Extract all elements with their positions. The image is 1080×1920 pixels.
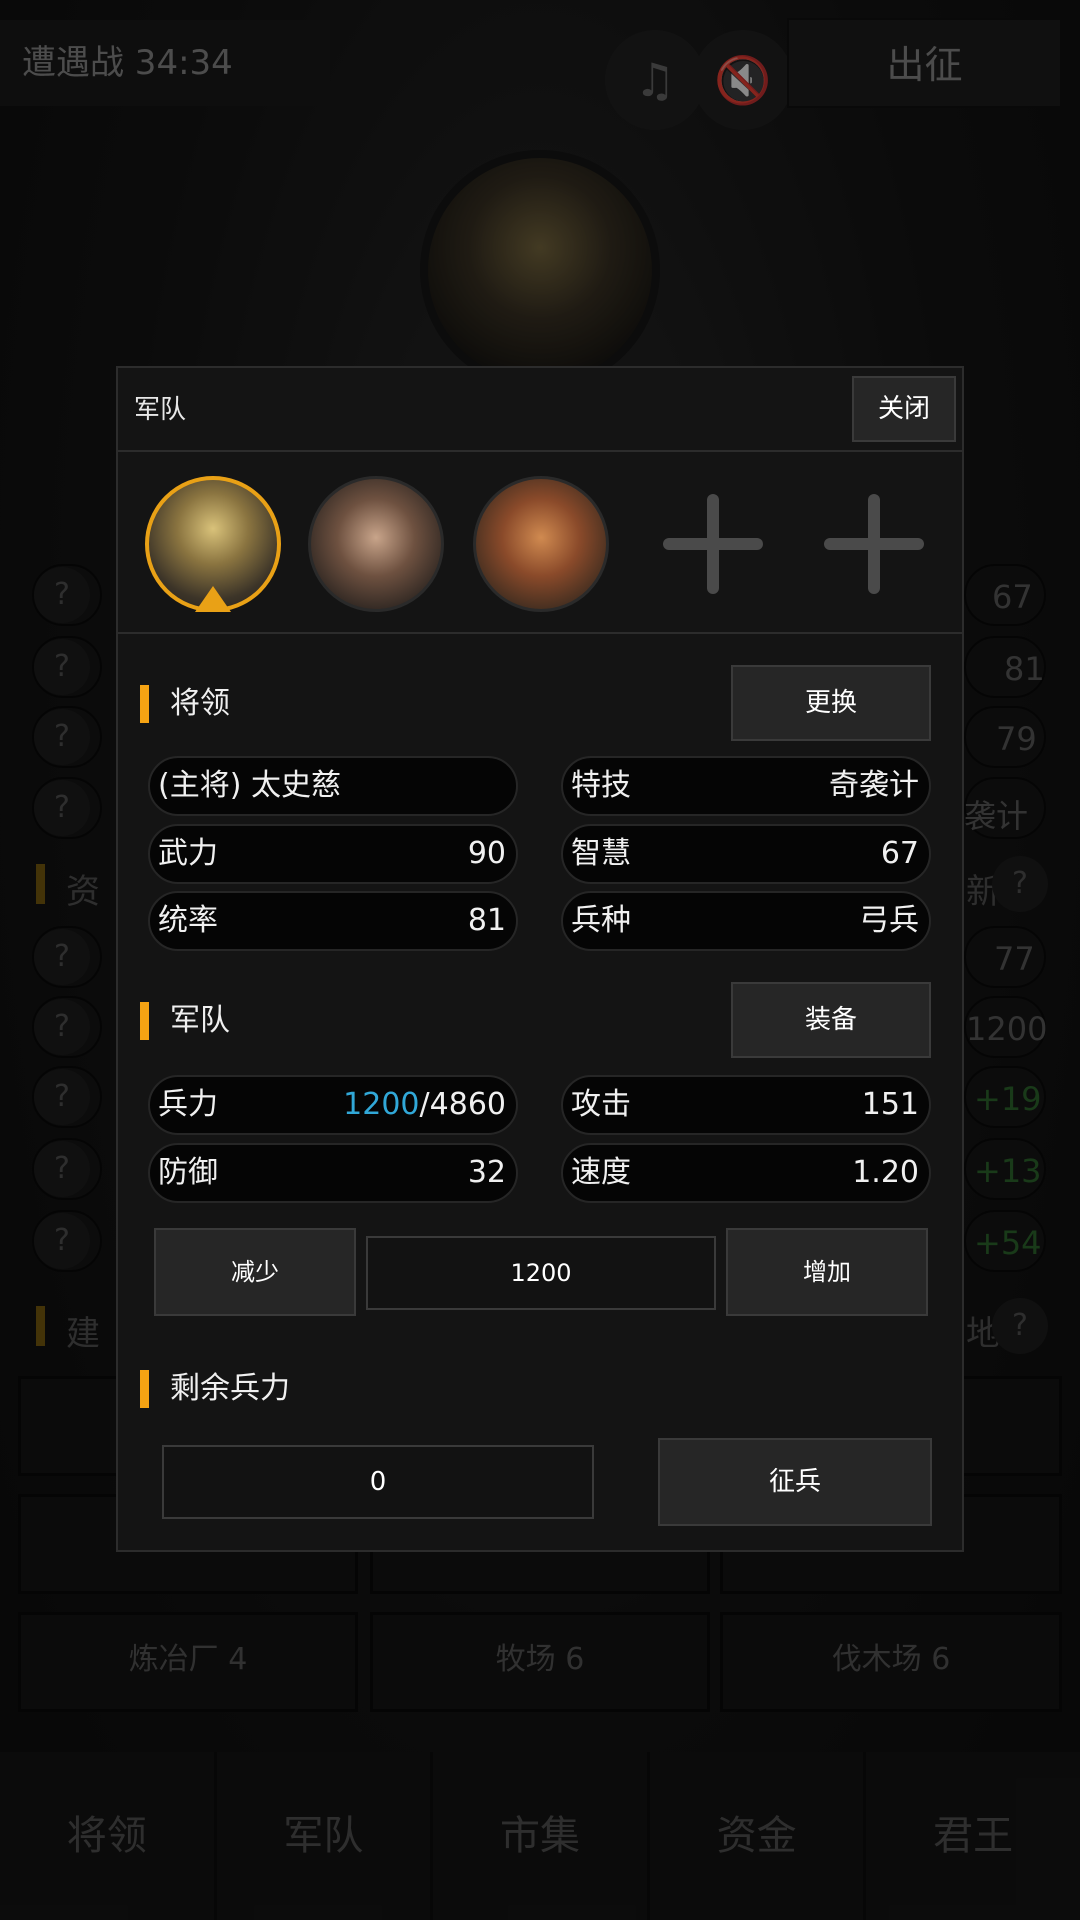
stat-value: 90 <box>467 836 506 871</box>
section-title-army: 军队 <box>170 1003 230 1038</box>
decrease-button[interactable]: 减少 <box>154 1228 356 1316</box>
section-title-general: 将领 <box>170 686 230 721</box>
army-dialog: 军队 关闭 将领 更换 (主将) 太史慈 特技 奇袭计 武力 90 智慧 67 … <box>116 366 964 1552</box>
section-accent <box>140 1002 149 1040</box>
stat-label: 兵力 <box>158 1087 218 1122</box>
section-accent <box>140 1370 149 1408</box>
stat-value: 奇袭计 <box>829 768 919 803</box>
stat-special-skill: 特技 奇袭计 <box>561 756 931 816</box>
stat-label: 兵种 <box>571 903 631 938</box>
troops-current: 1200 <box>343 1087 420 1122</box>
stat-label: 智慧 <box>571 836 631 871</box>
commander-name: (主将) 太史慈 <box>148 756 518 816</box>
stat-value: 32 <box>467 1155 506 1190</box>
stat-value: 弓兵 <box>859 903 919 938</box>
add-general-icon[interactable] <box>824 494 924 594</box>
draft-button[interactable]: 征兵 <box>658 1438 932 1526</box>
stat-label: 防御 <box>158 1155 218 1190</box>
stat-speed: 速度 1.20 <box>561 1143 931 1203</box>
stat-label: 武力 <box>158 836 218 871</box>
stat-label: 统率 <box>158 903 218 938</box>
general-avatar[interactable] <box>308 476 444 612</box>
add-general-icon[interactable] <box>663 494 763 594</box>
dialog-header: 军队 关闭 <box>118 368 962 452</box>
close-button[interactable]: 关闭 <box>852 376 956 442</box>
increase-button[interactable]: 增加 <box>726 1228 928 1316</box>
stat-troop-type: 兵种 弓兵 <box>561 891 931 951</box>
section-title-remaining: 剩余兵力 <box>170 1371 290 1406</box>
stat-force: 武力 90 <box>148 824 518 884</box>
stat-value: 1.20 <box>852 1155 919 1190</box>
remaining-troops-field: 0 <box>162 1445 594 1519</box>
stat-attack: 攻击 151 <box>561 1075 931 1135</box>
stat-label: 攻击 <box>571 1087 631 1122</box>
troops-max: /4860 <box>419 1087 506 1122</box>
stat-label: 速度 <box>571 1155 631 1190</box>
troops-value: 1200/4860 <box>343 1077 506 1133</box>
general-avatar[interactable] <box>473 476 609 612</box>
stat-troops: 兵力 1200/4860 <box>148 1075 518 1135</box>
stat-command: 统率 81 <box>148 891 518 951</box>
general-avatar-selected[interactable] <box>145 476 281 612</box>
troop-quantity-input[interactable]: 1200 <box>366 1236 716 1310</box>
leader-marker-icon <box>195 586 231 612</box>
stat-wisdom: 智慧 67 <box>561 824 931 884</box>
dialog-title: 军队 <box>134 395 187 425</box>
equipment-button[interactable]: 装备 <box>731 982 931 1058</box>
change-general-button[interactable]: 更换 <box>731 665 931 741</box>
general-slots <box>118 454 962 634</box>
stat-defense: 防御 32 <box>148 1143 518 1203</box>
stat-value: 81 <box>467 903 506 938</box>
stat-label: 特技 <box>571 768 631 803</box>
stat-value: 67 <box>880 836 919 871</box>
commander-name-text: (主将) 太史慈 <box>158 768 341 803</box>
section-accent <box>140 685 149 723</box>
stat-value: 151 <box>861 1087 919 1122</box>
